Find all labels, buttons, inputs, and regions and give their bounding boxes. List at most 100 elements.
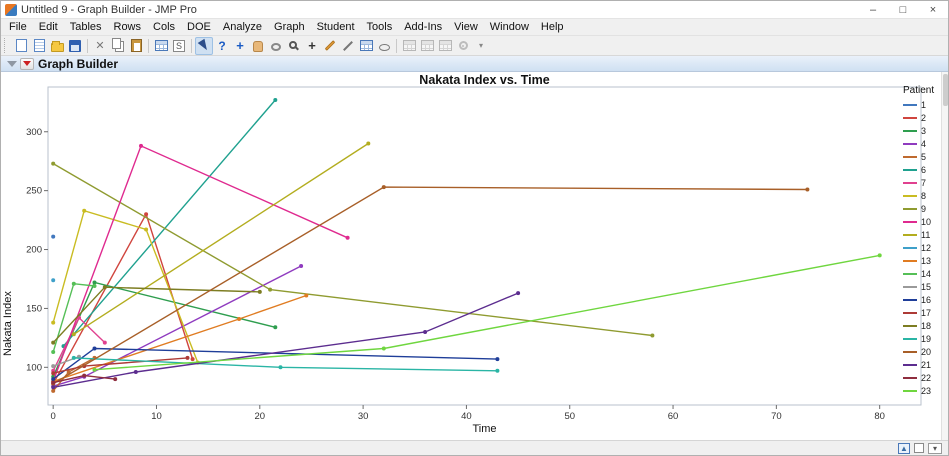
settings-gear-icon [454, 37, 472, 55]
close-button[interactable]: × [918, 1, 948, 18]
legend-item[interactable]: 20 [903, 345, 939, 358]
legend-swatch-icon [903, 337, 917, 340]
jmp-app-icon [5, 3, 17, 16]
report-area: Nakata Index vs. Time Nakata Index Time … [1, 72, 948, 440]
menu-item-cols[interactable]: Cols [147, 20, 181, 34]
legend-item[interactable]: 23 [903, 384, 939, 397]
help-tool-icon[interactable]: ? [213, 37, 231, 55]
legend-item[interactable]: 17 [903, 306, 939, 319]
legend-label: 21 [921, 359, 932, 370]
svg-text:200: 200 [26, 245, 42, 256]
cut-icon[interactable]: ✕ [91, 37, 109, 55]
plot-area[interactable]: 0 10 20 30 40 50 60 70 80 100 150 200 250 300 [1, 72, 948, 440]
legend-item[interactable]: 18 [903, 319, 939, 332]
shape-tool-icon[interactable] [375, 37, 393, 55]
toolbar-more-dropdown-icon[interactable]: ▾ [472, 37, 490, 55]
minimize-button[interactable]: – [858, 1, 888, 18]
legend-item[interactable]: 10 [903, 215, 939, 228]
paste-icon[interactable] [127, 37, 145, 55]
legend-item[interactable]: 9 [903, 202, 939, 215]
red-triangle-icon [23, 61, 31, 66]
svg-text:300: 300 [26, 127, 42, 138]
legend-item[interactable]: 7 [903, 176, 939, 189]
legend-label: 19 [921, 333, 932, 344]
legend-item[interactable]: 6 [903, 163, 939, 176]
scrollbar-thumb[interactable] [943, 74, 948, 106]
menu-item-student[interactable]: Student [311, 20, 361, 34]
legend-item[interactable]: 19 [903, 332, 939, 345]
magnifier-tool-icon[interactable] [285, 37, 303, 55]
menu-item-view[interactable]: View [448, 20, 484, 34]
legend-item[interactable]: 15 [903, 280, 939, 293]
menu-item-addins[interactable]: Add-Ins [398, 20, 448, 34]
pencil-tool-icon[interactable] [321, 37, 339, 55]
legend-item[interactable]: 1 [903, 98, 939, 111]
legend-item[interactable]: 12 [903, 241, 939, 254]
legend-swatch-icon [903, 298, 917, 301]
svg-text:50: 50 [564, 411, 575, 422]
legend-swatch-icon [903, 194, 917, 197]
legend-item[interactable]: 21 [903, 358, 939, 371]
svg-text:100: 100 [26, 362, 42, 373]
legend-label: 16 [921, 294, 932, 305]
lasso-tool-icon[interactable] [267, 37, 285, 55]
legend-label: 3 [921, 125, 927, 136]
vertical-scrollbar[interactable] [941, 72, 948, 440]
menu-item-window[interactable]: Window [484, 20, 535, 34]
status-dropdown-icon[interactable]: ▾ [928, 442, 942, 454]
legend-item[interactable]: 14 [903, 267, 939, 280]
legend-item[interactable]: 4 [903, 137, 939, 150]
legend-label: 17 [921, 307, 932, 318]
table-disabled-icon-3 [436, 37, 454, 55]
menu-item-file[interactable]: File [3, 20, 33, 34]
legend-swatch-icon [903, 363, 917, 366]
legend-item[interactable]: 8 [903, 189, 939, 202]
dock-icon[interactable]: ▲ [898, 442, 910, 454]
legend-item[interactable]: 5 [903, 150, 939, 163]
menu-item-edit[interactable]: Edit [33, 20, 64, 34]
toolbar-grip[interactable] [4, 38, 9, 53]
legend-label: 15 [921, 281, 932, 292]
grabber-tool-icon[interactable] [249, 37, 267, 55]
line-tool-icon[interactable] [339, 37, 357, 55]
annotate-plus-tool-icon[interactable]: + [303, 37, 321, 55]
legend-item[interactable]: 3 [903, 124, 939, 137]
legend-swatch-icon [903, 116, 917, 119]
legend-label: 14 [921, 268, 932, 279]
menu-item-tools[interactable]: Tools [361, 20, 399, 34]
legend-label: 22 [921, 372, 932, 383]
svg-text:80: 80 [874, 411, 885, 422]
disclosure-triangle-icon[interactable] [7, 60, 17, 67]
section-title: Graph Builder [38, 56, 119, 71]
arrow-tool-icon[interactable] [195, 36, 213, 55]
layout-table-icon[interactable] [357, 37, 375, 55]
maximize-button[interactable]: □ [888, 1, 918, 18]
legend-item[interactable]: 16 [903, 293, 939, 306]
menu-item-tables[interactable]: Tables [64, 20, 108, 34]
new-journal-icon[interactable] [30, 37, 48, 55]
data-table-icon[interactable] [152, 37, 170, 55]
legend-item[interactable]: 11 [903, 228, 939, 241]
legend-item[interactable]: 13 [903, 254, 939, 267]
save-icon[interactable] [66, 37, 84, 55]
copy-icon[interactable] [109, 37, 127, 55]
legend: Patient 1 2 3 4 5 6 7 8 9 10 11 12 13 14 15 16 17 18 19 20 2… [903, 85, 939, 397]
script-window-icon[interactable]: S [170, 37, 188, 55]
menu-item-doe[interactable]: DOE [181, 20, 217, 34]
legend-swatch-icon [903, 350, 917, 353]
menu-item-help[interactable]: Help [535, 20, 570, 34]
status-checkbox[interactable] [914, 443, 924, 453]
crosshair-tool-icon[interactable]: + [231, 37, 249, 55]
red-triangle-menu-button[interactable] [20, 57, 34, 70]
legend-item[interactable]: 2 [903, 111, 939, 124]
menu-item-rows[interactable]: Rows [108, 20, 148, 34]
svg-text:70: 70 [771, 411, 782, 422]
legend-label: 13 [921, 255, 932, 266]
menu-item-analyze[interactable]: Analyze [217, 20, 268, 34]
new-data-table-icon[interactable] [12, 37, 30, 55]
legend-item[interactable]: 22 [903, 371, 939, 384]
svg-text:0: 0 [51, 411, 56, 422]
legend-label: 12 [921, 242, 932, 253]
open-folder-icon[interactable] [48, 37, 66, 55]
menu-item-graph[interactable]: Graph [268, 20, 311, 34]
